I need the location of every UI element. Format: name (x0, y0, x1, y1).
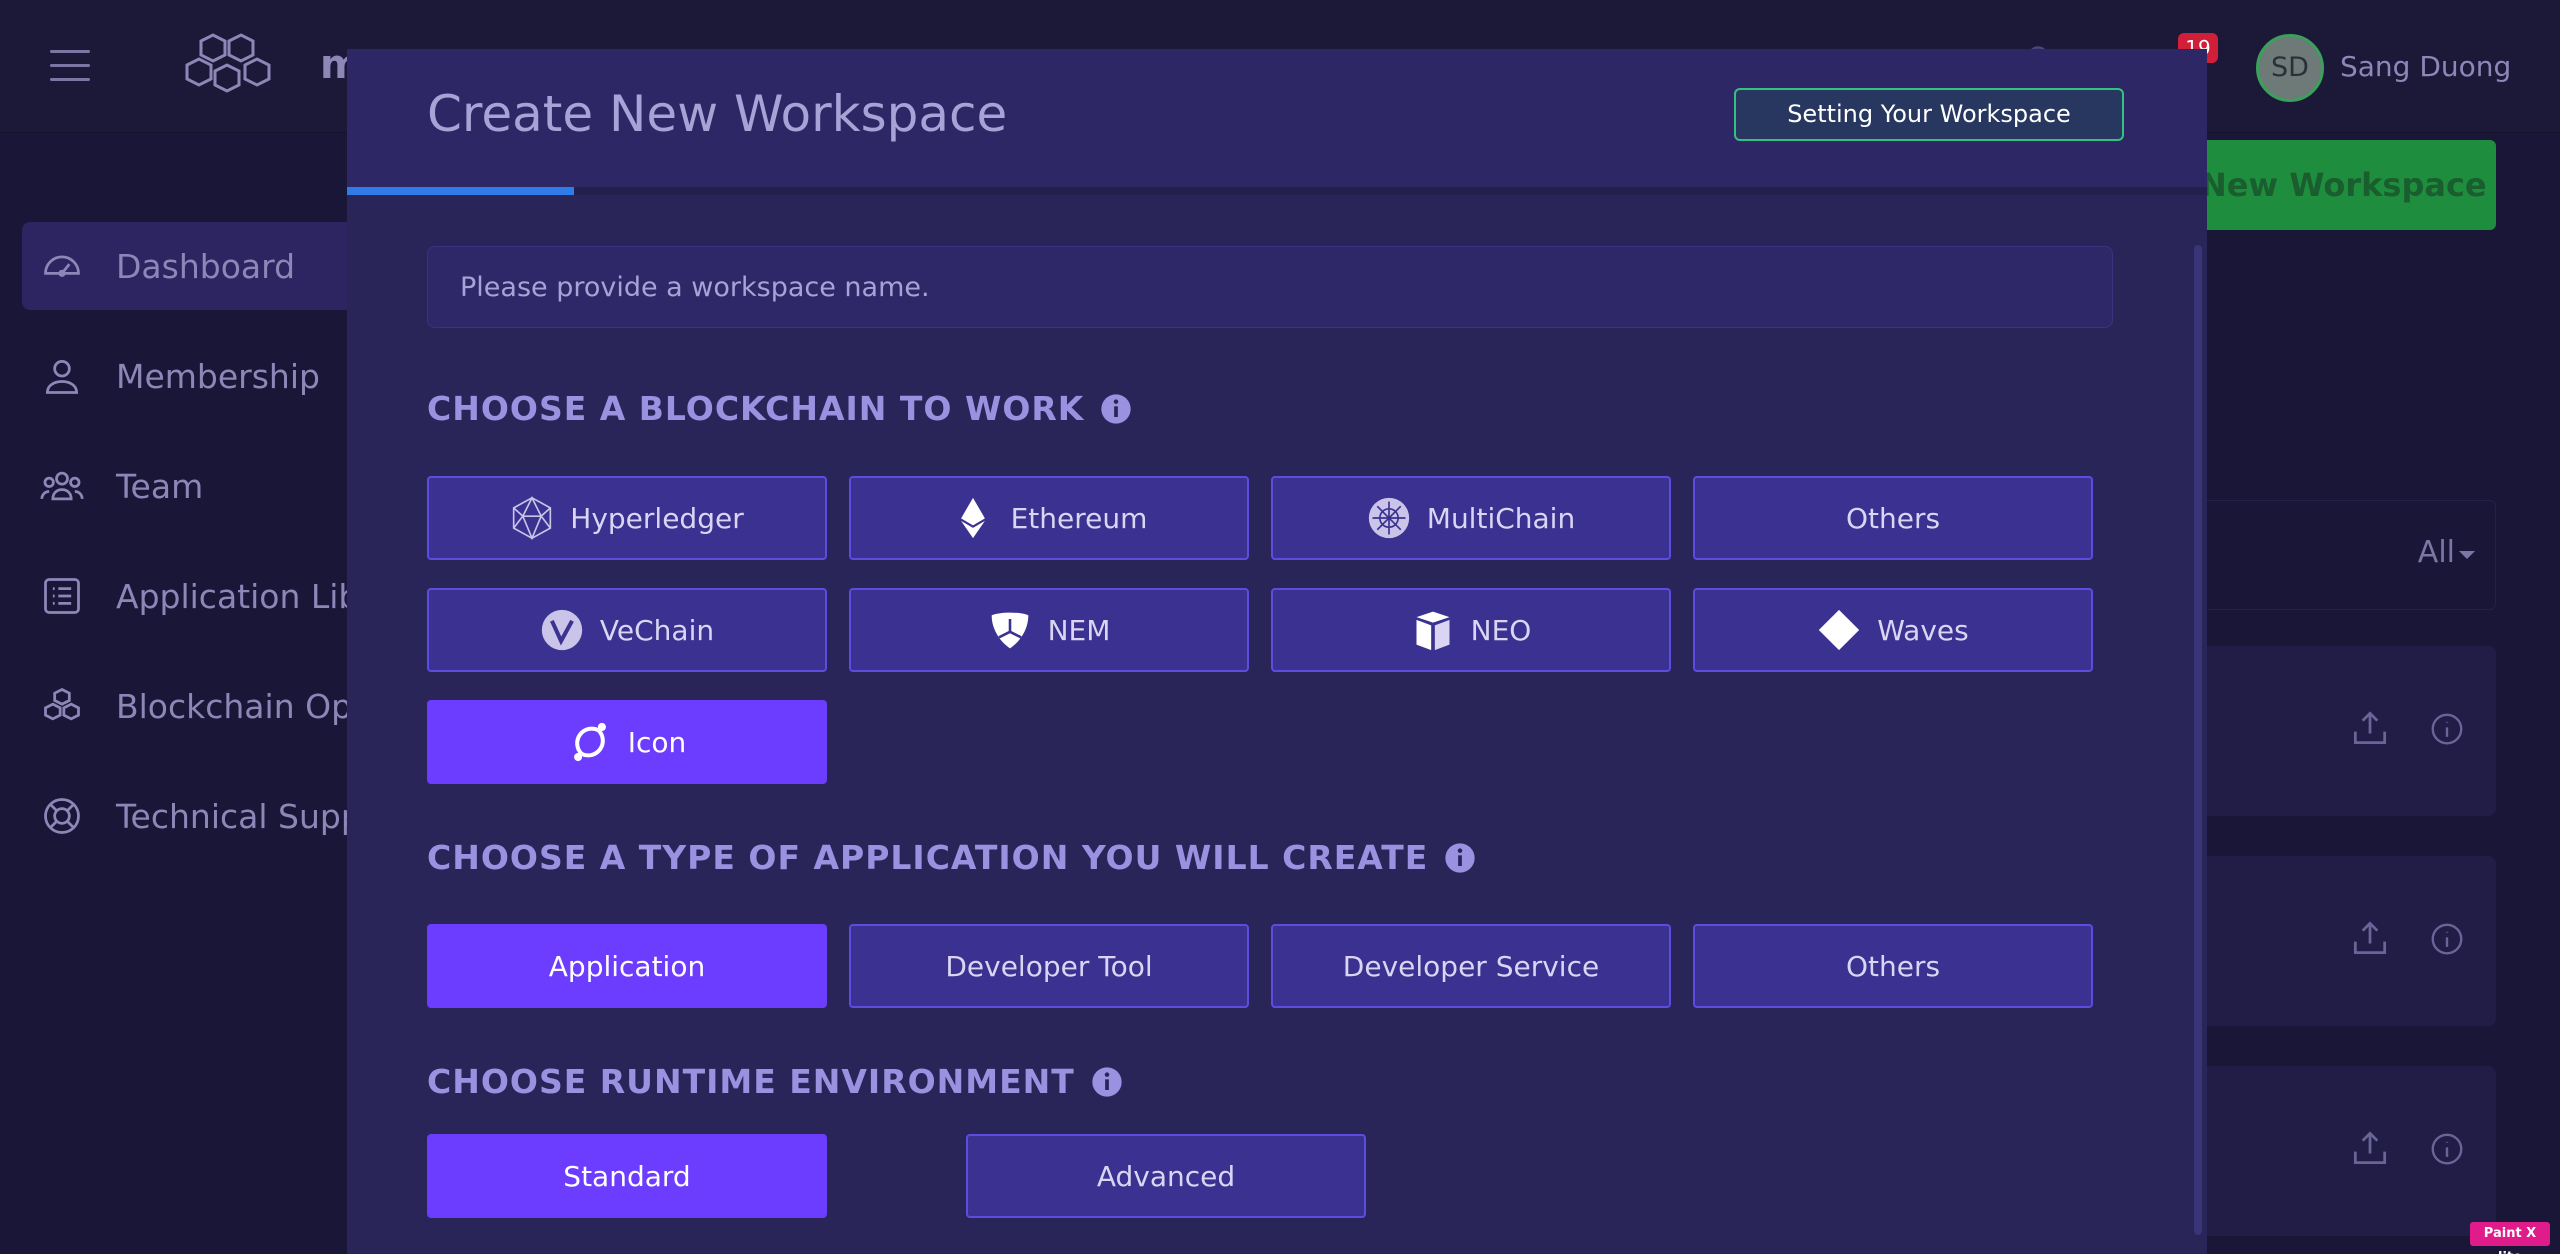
hyperledger-icon (513, 496, 552, 540)
option-label: MultiChain (1426, 501, 1576, 535)
sidebar-item-label: Blockchain Ops (116, 686, 370, 726)
sidebar-item-application-library[interactable]: Application Library (22, 552, 426, 640)
modal-scrollbar[interactable] (2194, 245, 2202, 1235)
create-workspace-modal: Create New Workspace Setting Your Worksp… (347, 49, 2207, 1254)
sidebar-item-label: Dashboard (116, 246, 296, 286)
paint-x-lite-badge: Paint X lite (2470, 1222, 2550, 1254)
list-icon (44, 578, 80, 614)
blockchain-section-title: CHOOSE A BLOCKCHAIN TO WORK (427, 389, 1132, 428)
option-label: Icon (627, 725, 687, 759)
info-icon[interactable] (1091, 1066, 1123, 1098)
runtime-option-standard[interactable]: Standard (427, 1134, 827, 1218)
workspace-card[interactable] (2200, 1066, 2496, 1236)
sidebar-item-label: Team (116, 466, 204, 506)
neo-icon (1416, 611, 1450, 651)
waves-icon (1819, 609, 1860, 651)
blockchain-option-neo[interactable]: NEO (1271, 588, 1671, 672)
runtime-section-title: CHOOSE RUNTIME ENVIRONMENT (427, 1062, 1123, 1101)
nem-icon (991, 612, 1028, 649)
filter-dropdown[interactable]: All (2200, 500, 2496, 610)
option-label: Application (548, 949, 706, 983)
hamburger-menu-icon[interactable] (50, 50, 90, 82)
filter-label: All (2417, 535, 2455, 570)
avatar[interactable]: SD (2256, 34, 2324, 102)
user-name[interactable]: Sang Duong (2340, 50, 2511, 83)
sidebar-item-dashboard[interactable]: Dashboard (22, 222, 362, 310)
option-label: Ethereum (1010, 501, 1148, 535)
sidebar-item-membership[interactable]: Membership (22, 332, 362, 420)
vechain-icon (541, 609, 583, 651)
ethereum-icon (960, 497, 985, 539)
option-label: Others (1845, 501, 1941, 535)
option-label: Others (1845, 949, 1941, 983)
users-icon (40, 471, 84, 501)
upload-icon[interactable] (2348, 1126, 2392, 1170)
info-icon[interactable] (1444, 842, 1476, 874)
lifebuoy-icon (44, 798, 80, 834)
option-label: Developer Tool (945, 949, 1153, 983)
multichain-icon (1368, 497, 1409, 539)
blockchain-option-vechain[interactable]: VeChain (427, 588, 827, 672)
user-icon (45, 359, 79, 394)
blockchain-option-ethereum[interactable]: Ethereum (849, 476, 1249, 560)
app-type-option-developer-tool[interactable]: Developer Tool (849, 924, 1249, 1008)
upload-icon[interactable] (2348, 706, 2392, 750)
info-icon[interactable] (1100, 393, 1132, 425)
blockchain-option-icon[interactable]: Icon (427, 700, 827, 784)
sidebar-item-blockchain-ops[interactable]: Blockchain Ops (22, 662, 369, 750)
app-type-section-title: CHOOSE A TYPE OF APPLICATION YOU WILL CR… (427, 838, 1476, 877)
upload-icon[interactable] (2348, 916, 2392, 960)
sidebar-item-label: Membership (116, 356, 320, 396)
option-label: Waves (1877, 613, 1969, 647)
info-icon[interactable] (2428, 920, 2466, 958)
speedometer-icon (44, 255, 80, 277)
app-type-option-application[interactable]: Application (427, 924, 827, 1008)
option-label: NEM (1047, 613, 1111, 647)
info-icon[interactable] (2428, 1130, 2466, 1168)
blockchain-option-nem[interactable]: NEM (849, 588, 1249, 672)
workspace-card[interactable] (2200, 646, 2496, 816)
blockchain-option-waves[interactable]: Waves (1693, 588, 2093, 672)
blockchain-option-multichain[interactable]: MultiChain (1271, 476, 1671, 560)
info-icon[interactable] (2428, 710, 2466, 748)
modal-header: Create New Workspace Setting Your Worksp… (347, 49, 2207, 187)
blockchain-option-others[interactable]: Others (1693, 476, 2093, 560)
workspace-card[interactable] (2200, 856, 2496, 1026)
blockchain-option-hyperledger[interactable]: Hyperledger (427, 476, 827, 560)
app-type-option-others[interactable]: Others (1693, 924, 2093, 1008)
app-type-option-developer-service[interactable]: Developer Service (1271, 924, 1671, 1008)
option-label: VeChain (599, 613, 715, 647)
option-label: Advanced (1096, 1159, 1236, 1193)
section-title-text: CHOOSE A BLOCKCHAIN TO WORK (427, 389, 1085, 428)
workspace-name-input[interactable] (427, 246, 2113, 328)
progress-fill (347, 187, 574, 195)
setting-workspace-badge: Setting Your Workspace (1734, 88, 2124, 141)
section-title-text: CHOOSE A TYPE OF APPLICATION YOU WILL CR… (427, 838, 1429, 877)
sidebar-item-team[interactable]: Team (22, 442, 362, 530)
logo-icon[interactable] (183, 33, 293, 99)
option-label: NEO (1470, 613, 1532, 647)
section-title-text: CHOOSE RUNTIME ENVIRONMENT (427, 1062, 1075, 1101)
option-label: Developer Service (1342, 949, 1600, 983)
sidebar-item-technical-support[interactable]: Technical Support (22, 772, 408, 860)
sidebar: Dashboard Membership Team Application Li… (0, 133, 426, 1254)
modal-title: Create New Workspace (427, 85, 1008, 143)
icon-network-icon (573, 722, 606, 762)
option-label: Hyperledger (570, 501, 744, 535)
chevron-down-icon (2459, 551, 2475, 559)
progress-bar (347, 187, 2207, 195)
runtime-option-advanced[interactable]: Advanced (966, 1134, 1366, 1218)
cubes-icon (44, 687, 80, 721)
option-label: Standard (563, 1159, 691, 1193)
